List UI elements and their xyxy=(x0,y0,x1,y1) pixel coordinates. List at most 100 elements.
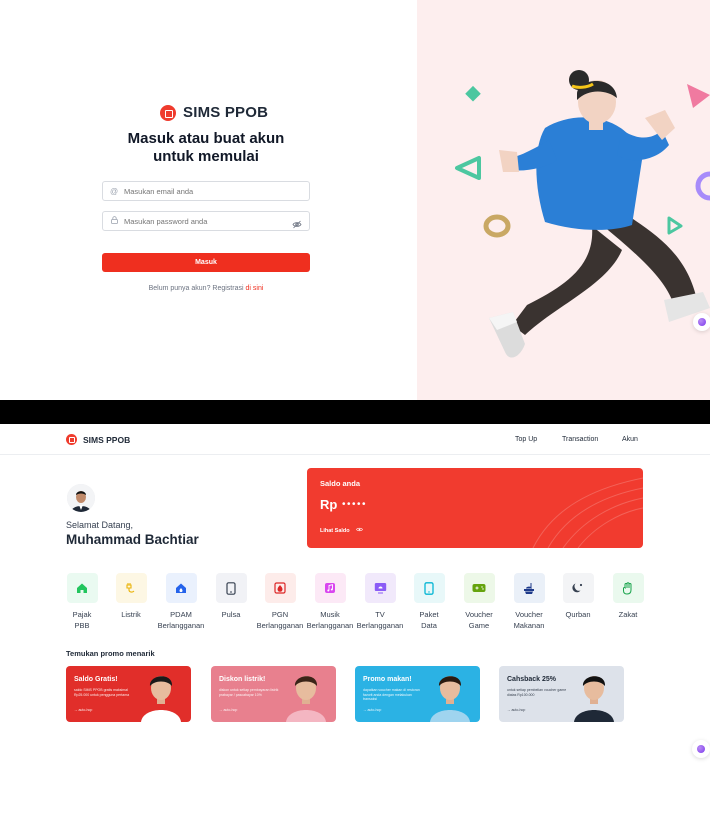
service-label-line2: PBB xyxy=(74,621,90,630)
login-brand: SIMS PPOB xyxy=(160,104,268,121)
avatar xyxy=(67,484,95,512)
service-label-line2: Berlangganan xyxy=(306,621,354,630)
screen-separator xyxy=(0,400,710,424)
promo-card[interactable]: Promo makan! dapatkan voucher makan di re… xyxy=(355,666,480,722)
password-field[interactable] xyxy=(102,211,310,231)
promo-footer: → auto-hop xyxy=(219,708,238,712)
hand-icon xyxy=(612,573,644,603)
balance-card-wave-pattern xyxy=(532,477,643,548)
promo-text: saldo SIMS PPOB gratis maksimal Rp25.000… xyxy=(74,688,130,697)
register-prompt: Belum punya akun? Registrasi di sini xyxy=(102,285,310,292)
service-item-musik-berlangganan[interactable]: Musik Berlangganan xyxy=(305,573,355,631)
login-screen: SIMS PPOB Masuk atau buat akun untuk mem… xyxy=(0,0,710,400)
electric-plug-icon xyxy=(115,573,147,603)
service-item-voucher-game[interactable]: Voucher Game xyxy=(454,573,504,631)
promo-person-image xyxy=(574,676,614,722)
service-label: Qurban xyxy=(553,609,603,620)
service-label-line1: PGN xyxy=(271,610,289,619)
promo-text: diskon untuk setiap pembayaran listrik p… xyxy=(219,688,279,697)
service-label-line1: PDAM xyxy=(170,610,192,619)
email-field[interactable]: @ xyxy=(102,181,310,201)
nav-link-akun[interactable]: Akun xyxy=(622,436,638,443)
balance-currency: Rp xyxy=(320,497,338,512)
password-input[interactable] xyxy=(124,216,284,226)
service-item-voucher-makanan[interactable]: Voucher Makanan xyxy=(504,573,554,631)
service-label: Voucher Game xyxy=(454,609,504,631)
balance-label: Saldo anda xyxy=(320,479,361,488)
assistant-bubble-icon[interactable] xyxy=(692,740,710,758)
service-item-paket-data[interactable]: Paket Data xyxy=(404,573,454,631)
top-navbar: SIMS PPOB Top Up Transaction Akun xyxy=(0,424,710,455)
service-label-line2: Makanan xyxy=(513,621,545,630)
phone-icon xyxy=(215,573,247,603)
lock-icon xyxy=(109,216,119,226)
purple-ring-shape xyxy=(695,171,710,201)
nav-link-transaction[interactable]: Transaction xyxy=(562,436,598,443)
service-label: Pulsa xyxy=(206,609,256,620)
service-label-line1: Qurban xyxy=(565,610,591,619)
balance-masked-value: ••••• xyxy=(342,499,368,510)
service-label-line2: Berlangganan xyxy=(157,621,205,630)
login-heading: Masuk atau buat akun untuk memulai xyxy=(100,130,312,166)
promo-card[interactable]: Diskon listrik! diskon untuk setiap pemba… xyxy=(211,666,336,722)
promo-card[interactable]: Saldo Gratis! saldo SIMS PPOB gratis maks… xyxy=(66,666,191,722)
promo-title: Saldo Gratis! xyxy=(74,676,118,683)
login-illustration xyxy=(455,70,710,358)
eye-icon xyxy=(355,527,363,534)
service-label-line1: Voucher xyxy=(465,610,493,619)
service-label-line2: Berlangganan xyxy=(256,621,304,630)
brand-logo-icon xyxy=(160,104,176,121)
music-icon xyxy=(314,573,346,603)
eye-off-icon[interactable] xyxy=(292,216,302,234)
nav-link-topup[interactable]: Top Up xyxy=(515,436,537,443)
login-button[interactable]: Masuk xyxy=(102,253,310,272)
service-item-pgn-berlangganan[interactable]: PGN Berlangganan xyxy=(255,573,305,631)
service-item-pdam-berlangganan[interactable]: PDAM Berlangganan xyxy=(156,573,206,631)
email-input[interactable] xyxy=(124,186,284,196)
service-item-pajak-pbb[interactable]: Pajak PBB xyxy=(57,573,107,631)
water-house-icon xyxy=(165,573,197,603)
service-label-line1: Pajak xyxy=(72,610,92,619)
service-item-zakat[interactable]: Zakat xyxy=(603,573,653,620)
small-triangle-shape xyxy=(667,216,683,235)
promo-section-title: Temukan promo menarik xyxy=(66,649,155,658)
service-label-line2: Game xyxy=(468,621,490,630)
smartphone-icon xyxy=(413,573,445,603)
tv-icon xyxy=(364,573,396,603)
service-label-line1: Pulsa xyxy=(221,610,241,619)
service-label: Musik Berlangganan xyxy=(305,609,355,631)
show-balance-toggle[interactable]: Lihat Saldo xyxy=(320,527,363,534)
service-label: Listrik xyxy=(106,609,156,620)
gas-flame-icon xyxy=(264,573,296,603)
service-label-line2: Berlangganan xyxy=(356,621,404,630)
promo-card[interactable]: Cahsback 25% untuk setiap pembelian vouch… xyxy=(499,666,624,722)
green-triangle-shape xyxy=(455,156,481,180)
service-item-tv-berlangganan[interactable]: TV Berlangganan xyxy=(355,573,405,631)
service-item-listrik[interactable]: Listrik xyxy=(106,573,156,620)
pink-triangle-shape xyxy=(687,84,710,108)
service-label: Zakat xyxy=(603,609,653,620)
promo-text: dapatkan voucher makan di restoran favor… xyxy=(363,688,420,701)
gamepad-icon xyxy=(463,573,495,603)
promo-person-image xyxy=(286,676,326,722)
promo-footer: → auto-hop xyxy=(363,708,382,712)
service-item-pulsa[interactable]: Pulsa xyxy=(206,573,256,620)
login-form-panel: SIMS PPOB Masuk atau buat akun untuk mem… xyxy=(0,0,417,400)
service-label-line1: Musik xyxy=(320,610,340,619)
nav-links: Top Up Transaction Akun xyxy=(0,436,710,446)
moon-icon xyxy=(562,573,594,603)
login-illustration-panel xyxy=(417,0,710,400)
service-label: Pajak PBB xyxy=(57,609,107,631)
service-label: PDAM Berlangganan xyxy=(156,609,206,631)
register-link[interactable]: di sini xyxy=(246,285,264,292)
greeting-text: Selamat Datang, xyxy=(66,520,134,530)
promo-title: Promo makan! xyxy=(363,676,412,683)
promo-title: Cahsback 25% xyxy=(507,676,557,683)
service-label-line2: Data xyxy=(421,621,437,630)
promo-person-image xyxy=(430,676,470,722)
service-label-line1: TV xyxy=(375,610,385,619)
service-label: Paket Data xyxy=(404,609,454,631)
service-label-line1: Voucher xyxy=(515,610,543,619)
service-item-qurban[interactable]: Qurban xyxy=(553,573,603,620)
assistant-bubble-icon[interactable] xyxy=(693,313,710,331)
